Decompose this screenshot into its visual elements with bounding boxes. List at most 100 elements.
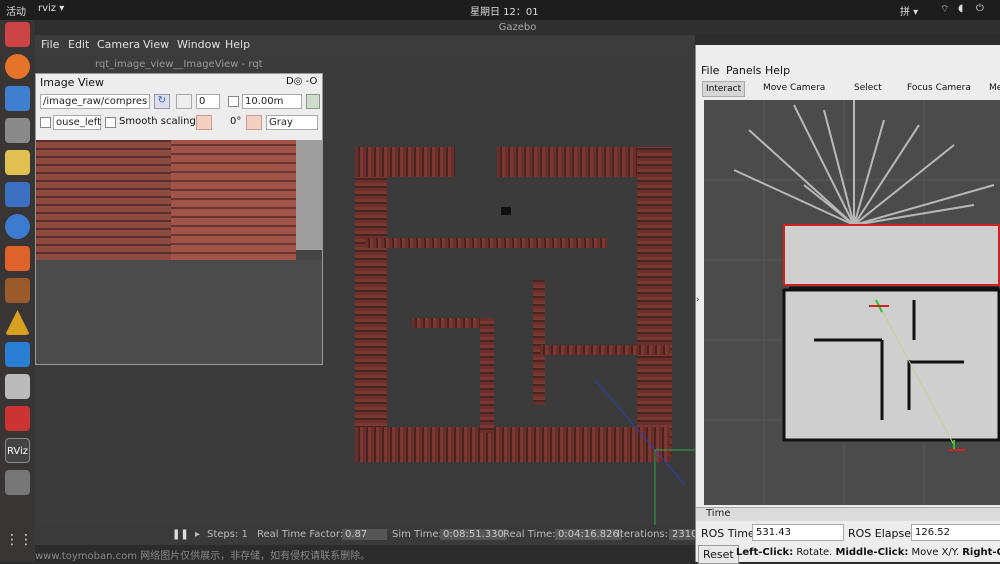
robot-model[interactable] <box>501 207 511 215</box>
input-method-indicator[interactable]: 拼 ▾ <box>900 3 918 18</box>
distance-input[interactable]: 10.00m <box>242 94 302 109</box>
window-icon[interactable] <box>5 470 30 495</box>
gazebo-status-bar: ❚❚ ▸ Steps: 1 Real Time Factor: 0.87 Sim… <box>35 525 701 545</box>
launcher-dock: RViz ⋮⋮ <box>0 20 35 562</box>
smooth-scaling-label: Smooth scaling <box>119 116 196 127</box>
menu-file[interactable]: File <box>41 38 59 51</box>
clock[interactable]: 星期日 12：01 <box>470 3 539 18</box>
brick-wall-image <box>36 140 171 260</box>
maze-wall <box>480 318 494 433</box>
floor-region <box>36 260 322 364</box>
network-icon[interactable]: ⌔ <box>940 3 949 16</box>
help-icon[interactable] <box>5 214 30 239</box>
rotate-right-icon[interactable] <box>246 115 262 130</box>
sim-time-value: 0:08:51.330 <box>440 529 507 540</box>
color-scheme-select[interactable]: Gray <box>266 115 318 130</box>
rviz-icon[interactable]: RViz <box>5 438 30 463</box>
steps-label[interactable]: Steps: 1 <box>207 529 248 540</box>
gazebo-menu-bar: File Edit Camera View Window Help <box>35 35 695 55</box>
mouse-hint: Left-Click: Rotate. Middle-Click: Move X… <box>736 547 1000 558</box>
checkbox-dist[interactable] <box>228 96 239 107</box>
tool-focus-camera[interactable]: Focus Camera <box>904 81 974 97</box>
show-apps-icon[interactable]: ⋮⋮ <box>5 532 33 557</box>
menu-edit[interactable]: Edit <box>68 38 89 51</box>
system-top-bar: 活动 rviz ▾ 星期日 12：01 拼 ▾ ⌔ ◖ ⏻ <box>0 0 1000 20</box>
watermark-text: www.toymoban.com 网络图片仅供展示，非存储，如有侵权请联系删除。 <box>35 551 371 562</box>
checkbox-smooth[interactable] <box>105 117 116 128</box>
hint-left-key: Left-Click: <box>736 547 794 558</box>
maze-wall <box>355 147 455 177</box>
volume-icon[interactable]: ◖ <box>958 3 963 14</box>
topic-select[interactable]: /image_raw/compres <box>40 94 150 109</box>
sky-region <box>296 140 322 250</box>
gazebo-window-title: Gazebo <box>35 20 1000 35</box>
maze-wall <box>533 280 545 405</box>
rviz-menu-file[interactable]: File <box>701 64 719 77</box>
files-icon[interactable] <box>5 118 30 143</box>
hint-right-key: Right-Click: <box>962 547 1000 558</box>
checkbox-mouse[interactable] <box>40 117 51 128</box>
menu-window[interactable]: Window <box>177 38 220 51</box>
rqt-window-title[interactable]: rqt_image_view__ImageView - rqt <box>35 57 325 73</box>
hint-left-text: Rotate. <box>796 547 833 558</box>
axis-lines <box>594 379 695 525</box>
iterations-label: Iterations: <box>617 529 668 540</box>
panel-controls[interactable]: D◎ -O <box>286 76 317 87</box>
rotation-label: 0° <box>230 116 242 127</box>
mail-icon[interactable] <box>5 86 30 111</box>
spin-box[interactable]: 0 <box>196 94 220 109</box>
vscode-icon[interactable] <box>5 342 30 367</box>
maze-wall <box>365 238 607 248</box>
gazebo-icon[interactable] <box>5 406 30 431</box>
time-panel-header: Time <box>696 507 1000 521</box>
maze-wall <box>540 345 670 355</box>
rtf-value: 0.87 <box>342 529 387 540</box>
camera-icon[interactable] <box>5 374 30 399</box>
settings-app-icon[interactable] <box>5 22 30 47</box>
rviz-window: File Panels Help Interact Move Camera Se… <box>695 45 1000 564</box>
side-panel-toggle-icon[interactable]: › <box>696 295 700 305</box>
step-button[interactable]: ▸ <box>195 529 200 540</box>
sim-time-label: Sim Time: <box>392 529 442 540</box>
refresh-icon[interactable]: ↻ <box>154 94 170 109</box>
ros-time-label: ROS Time: <box>701 527 759 540</box>
rviz-menu-panels[interactable]: Panels <box>726 64 761 77</box>
maze-wall <box>355 150 387 455</box>
book-icon[interactable] <box>5 278 30 303</box>
rviz-3d-view[interactable] <box>704 100 1000 505</box>
real-time-value: 0:04:16.826 <box>555 529 622 540</box>
firefox-icon[interactable] <box>5 54 30 79</box>
tool-move-camera[interactable]: Move Camera <box>760 81 828 97</box>
power-icon[interactable]: ⏻ <box>976 3 984 14</box>
rtf-label: Real Time Factor: <box>257 529 344 540</box>
occupancy-map <box>704 100 1000 505</box>
menu-view[interactable]: View <box>143 38 169 51</box>
activities-button[interactable]: 活动 <box>6 3 26 18</box>
menu-help[interactable]: Help <box>225 38 250 51</box>
ros-tool-icon[interactable] <box>5 310 30 335</box>
ros-time-field[interactable]: 531.43 <box>752 524 844 541</box>
tool-more[interactable]: Me <box>986 81 1000 97</box>
writer-icon[interactable] <box>5 182 30 207</box>
rhythmbox-icon[interactable] <box>5 150 30 175</box>
pause-button[interactable]: ❚❚ <box>172 529 189 540</box>
reset-button[interactable]: Reset <box>698 545 739 564</box>
rotate-left-icon[interactable] <box>196 115 212 130</box>
software-center-icon[interactable] <box>5 246 30 271</box>
rqt-image-view-window: Image View D◎ -O /image_raw/compres ↻ 0 … <box>35 73 323 365</box>
camera-image[interactable] <box>36 140 322 364</box>
hint-middle-text: Move X/Y. <box>911 547 960 558</box>
mouse-topic-input[interactable]: ouse_left <box>53 115 101 130</box>
tool-interact[interactable]: Interact <box>702 81 746 97</box>
menu-camera[interactable]: Camera <box>97 38 140 51</box>
image-icon[interactable] <box>306 94 320 109</box>
hint-middle-key: Middle-Click: <box>835 547 909 558</box>
tool-select[interactable]: Select <box>851 81 885 97</box>
save-icon[interactable] <box>176 94 192 109</box>
brick-wall-image <box>171 140 296 270</box>
ros-elapsed-field[interactable]: 126.52 <box>911 524 1000 541</box>
real-time-label: Real Time: <box>503 529 556 540</box>
app-menu[interactable]: rviz ▾ <box>38 3 64 14</box>
rviz-menu-help[interactable]: Help <box>765 64 790 77</box>
panel-title: Image View <box>40 76 105 89</box>
